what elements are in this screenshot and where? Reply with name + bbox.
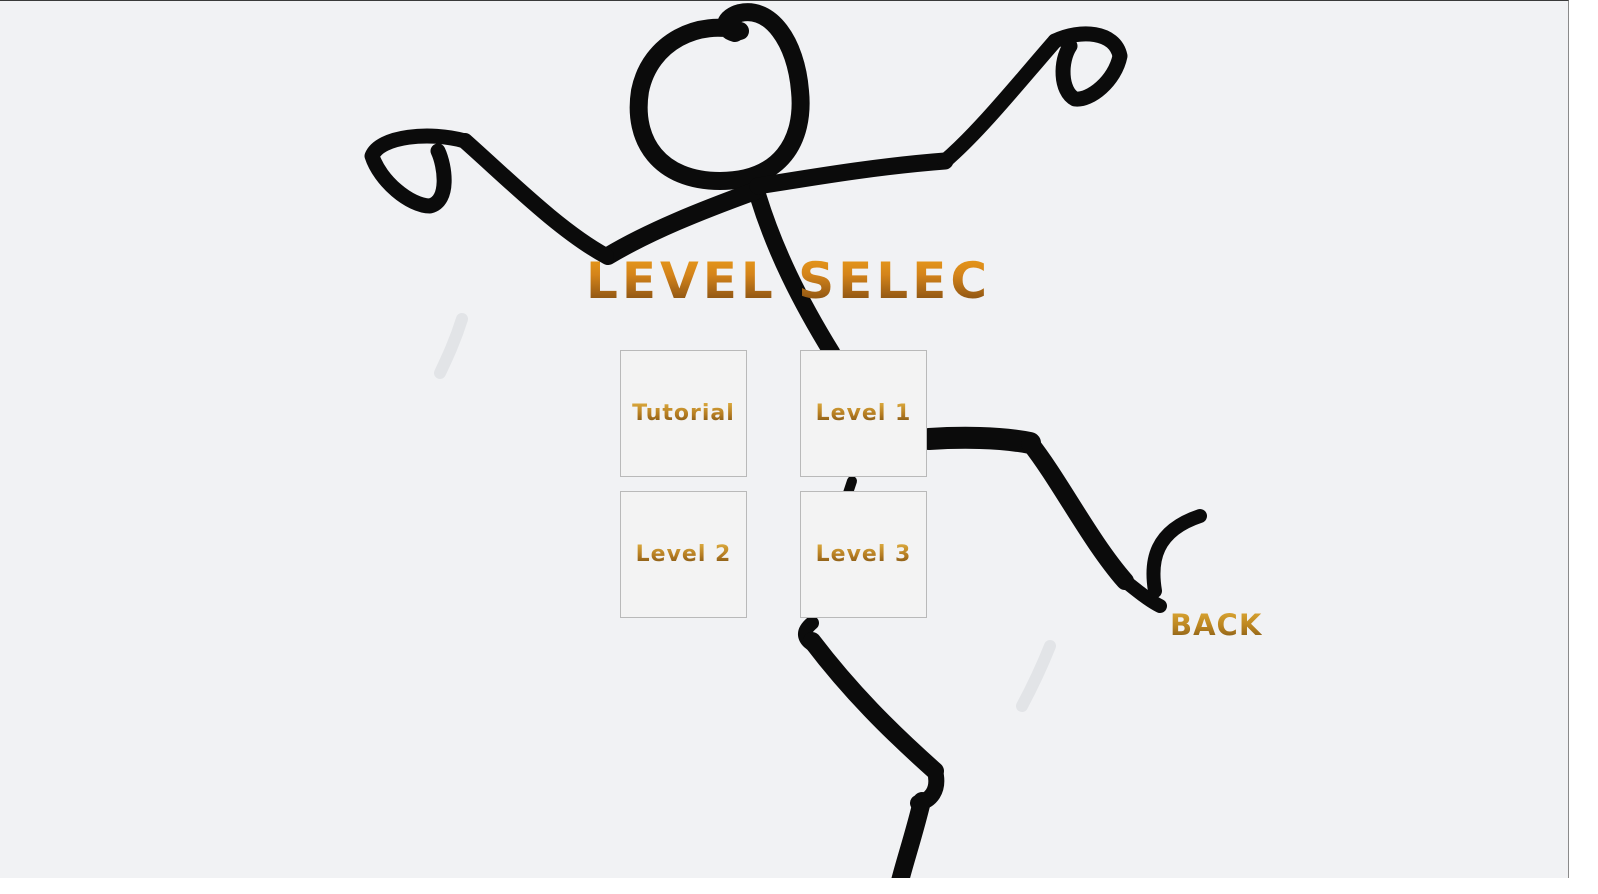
level-button-level-1[interactable]: Level 1 [800, 350, 927, 477]
back-button[interactable]: BACK [1170, 605, 1262, 645]
page-title: LEVEL SELECT [586, 249, 1025, 313]
level-button-label: Level 2 [635, 542, 732, 567]
level-button-tutorial[interactable]: Tutorial [620, 350, 747, 477]
level-button-label: Tutorial [632, 401, 735, 426]
game-viewport: LEVEL SELECT Tutorial Level 1 Level 2 Le… [0, 0, 1569, 878]
level-button-level-3[interactable]: Level 3 [800, 491, 927, 618]
level-button-level-2[interactable]: Level 2 [620, 491, 747, 618]
level-button-label: Level 1 [815, 401, 912, 426]
level-button-label: Level 3 [815, 542, 912, 567]
stick-figure-illustration [364, 3, 1207, 878]
